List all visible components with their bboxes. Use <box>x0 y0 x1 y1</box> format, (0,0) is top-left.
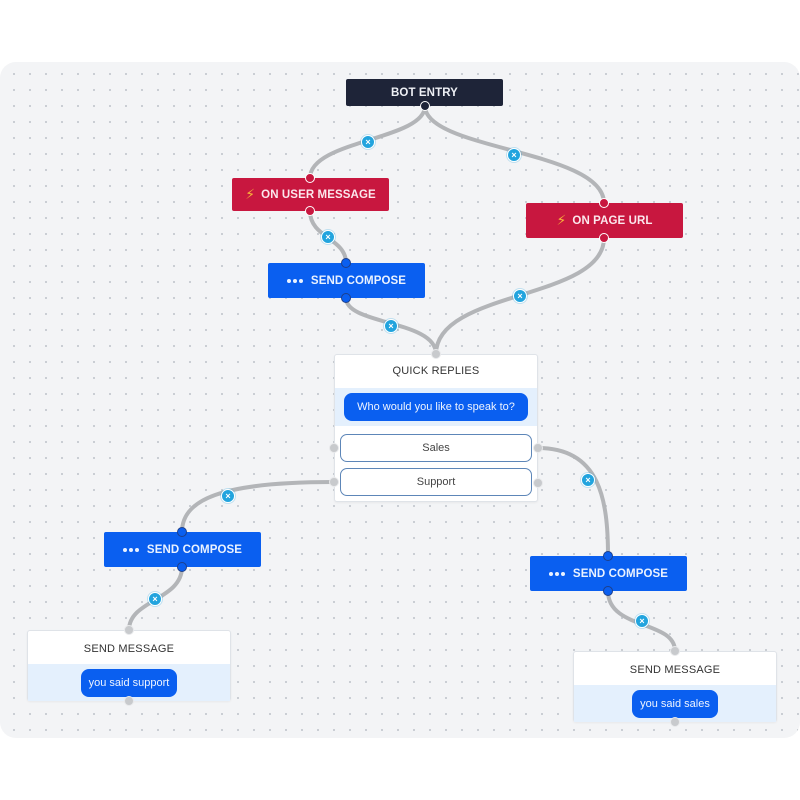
close-x-icon: × <box>152 593 158 604</box>
support-output-handle[interactable] <box>329 477 339 487</box>
sales-left-handle[interactable] <box>329 443 339 453</box>
close-x-icon: × <box>365 136 371 147</box>
on-page-url-label: ON PAGE URL <box>572 214 653 227</box>
send-compose-label: SEND COMPOSE <box>572 567 669 580</box>
close-x-icon: × <box>639 615 645 626</box>
send-compose-3-output-handle[interactable] <box>603 586 613 596</box>
send-message-sales-node[interactable]: SEND MESSAGE you said sales <box>573 651 777 722</box>
send-compose-3-input-handle[interactable] <box>603 551 613 561</box>
quick-replies-message-area: Who would you like to speak to? <box>335 388 537 426</box>
quick-replies-message-bubble: Who would you like to speak to? <box>344 393 528 421</box>
close-x-icon: × <box>225 490 231 501</box>
on-user-message-label: ON USER MESSAGE <box>261 188 376 201</box>
send-message-title: SEND MESSAGE <box>83 643 175 655</box>
send-compose-label: SEND COMPOSE <box>310 274 407 287</box>
quick-reply-option-sales[interactable]: Sales <box>340 434 532 462</box>
send-message-sales-input-handle[interactable] <box>670 646 680 656</box>
delete-edge-button[interactable]: × <box>513 289 527 303</box>
lightning-bolt-icon: ⚡ <box>245 186 256 202</box>
close-x-icon: × <box>511 149 517 160</box>
close-x-icon: × <box>388 320 394 331</box>
on-user-message-output-handle[interactable] <box>305 206 315 216</box>
send-message-title: SEND MESSAGE <box>629 664 721 676</box>
send-compose-1-input-handle[interactable] <box>341 258 351 268</box>
typing-dots-icon <box>286 278 303 283</box>
send-message-sales-output-handle[interactable] <box>670 717 680 727</box>
delete-edge-button[interactable]: × <box>507 148 521 162</box>
delete-edge-button[interactable]: × <box>321 230 335 244</box>
delete-edge-button[interactable]: × <box>221 489 235 503</box>
send-compose-2-output-handle[interactable] <box>177 562 187 572</box>
bot-entry-label: BOT ENTRY <box>391 86 458 99</box>
quick-replies-node[interactable]: QUICK REPLIES Who would you like to spea… <box>334 354 538 502</box>
delete-edge-button[interactable]: × <box>148 592 162 606</box>
delete-edge-button[interactable]: × <box>581 473 595 487</box>
close-x-icon: × <box>585 474 591 485</box>
typing-dots-icon <box>122 547 139 552</box>
support-right-handle[interactable] <box>533 478 543 488</box>
delete-edge-button[interactable]: × <box>635 614 649 628</box>
quick-replies-input-handle[interactable] <box>431 349 441 359</box>
send-message-bubble: you said sales <box>632 689 718 718</box>
delete-edge-button[interactable]: × <box>384 319 398 333</box>
send-message-support-output-handle[interactable] <box>124 696 134 706</box>
send-message-bubble: you said support <box>80 668 178 697</box>
send-message-support-node[interactable]: SEND MESSAGE you said support <box>27 630 231 701</box>
typing-dots-icon <box>548 571 565 576</box>
quick-reply-option-support[interactable]: Support <box>340 468 532 496</box>
send-compose-label: SEND COMPOSE <box>146 543 243 556</box>
on-page-url-output-handle[interactable] <box>599 233 609 243</box>
send-compose-1-output-handle[interactable] <box>341 293 351 303</box>
lightning-bolt-icon: ⚡ <box>556 212 567 228</box>
sales-output-handle[interactable] <box>533 443 543 453</box>
close-x-icon: × <box>325 231 331 242</box>
bot-entry-output-handle[interactable] <box>420 101 430 111</box>
send-message-support-input-handle[interactable] <box>124 625 134 635</box>
quick-replies-title: QUICK REPLIES <box>392 365 480 377</box>
send-compose-2-input-handle[interactable] <box>177 527 187 537</box>
close-x-icon: × <box>517 290 523 301</box>
on-user-message-input-handle[interactable] <box>305 173 315 183</box>
delete-edge-button[interactable]: × <box>361 135 375 149</box>
on-page-url-input-handle[interactable] <box>599 198 609 208</box>
